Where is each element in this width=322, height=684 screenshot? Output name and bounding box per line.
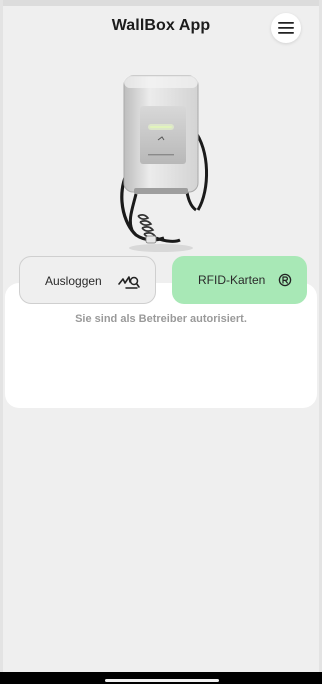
- rfid-button-label: RFID-Karten: [198, 273, 266, 287]
- wallbox-charger-illustration: [120, 75, 208, 252]
- logout-button-label: Ausloggen: [45, 274, 102, 288]
- app-header: WallBox App: [0, 6, 322, 46]
- device-frame-left: [0, 0, 3, 684]
- navigation-bar: [0, 672, 322, 684]
- logout-button[interactable]: Ausloggen: [19, 256, 156, 304]
- hamburger-menu-icon: [278, 22, 294, 34]
- app-screen: WallBox App Sie sind als Betreiber autor…: [0, 0, 322, 684]
- rfid-card-icon: [278, 273, 292, 287]
- home-indicator[interactable]: [105, 679, 219, 682]
- menu-button[interactable]: [271, 13, 301, 43]
- rfid-cards-button[interactable]: RFID-Karten: [172, 256, 307, 304]
- authorization-message: Sie sind als Betreiber autorisiert.: [75, 313, 247, 325]
- signature-logout-icon: [118, 276, 140, 289]
